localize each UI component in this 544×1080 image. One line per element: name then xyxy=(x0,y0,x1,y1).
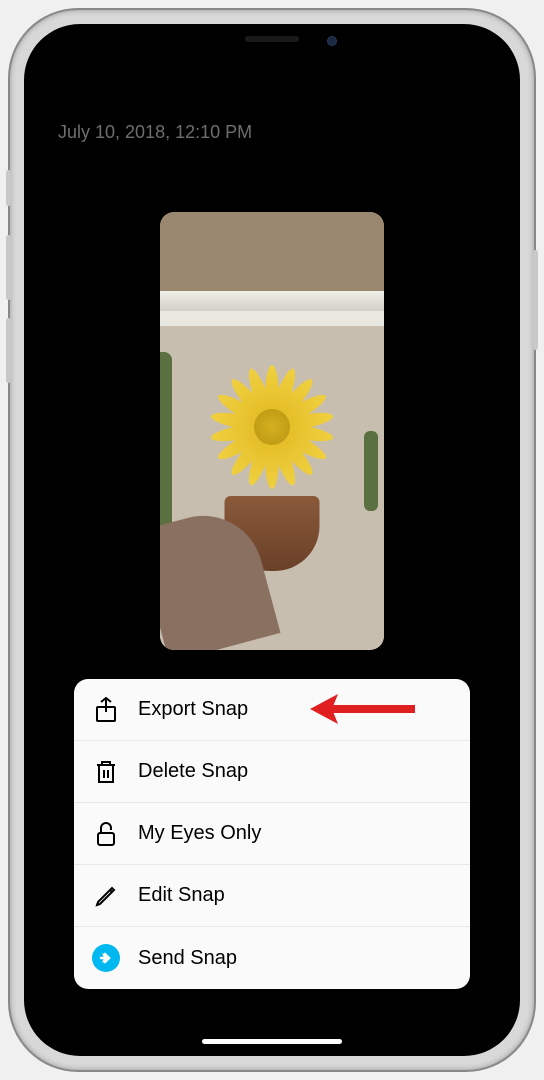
share-icon xyxy=(92,696,120,724)
menu-item-label: Send Snap xyxy=(138,947,237,970)
speaker xyxy=(245,36,299,42)
export-snap-item[interactable]: Export Snap xyxy=(74,679,470,741)
snap-photo[interactable] xyxy=(160,212,384,650)
menu-item-label: Delete Snap xyxy=(138,760,248,783)
notch xyxy=(167,24,377,54)
action-menu: Export Snap Delete Snap xyxy=(74,679,470,989)
mute-switch xyxy=(6,170,11,206)
send-snap-item[interactable]: Send Snap xyxy=(74,927,470,989)
menu-item-label: My Eyes Only xyxy=(138,822,261,845)
my-eyes-only-item[interactable]: My Eyes Only xyxy=(74,803,470,865)
volume-up-button xyxy=(6,235,11,300)
lock-icon xyxy=(92,820,120,848)
power-button xyxy=(533,250,538,350)
delete-snap-item[interactable]: Delete Snap xyxy=(74,741,470,803)
photo-content xyxy=(160,212,384,650)
screen: July 10, 2018, 12:10 PM xyxy=(24,24,520,1056)
volume-down-button xyxy=(6,318,11,383)
menu-item-label: Edit Snap xyxy=(138,884,225,907)
trash-icon xyxy=(92,758,120,786)
send-icon xyxy=(92,944,120,972)
phone-frame: July 10, 2018, 12:10 PM xyxy=(10,10,534,1070)
home-indicator[interactable] xyxy=(202,1039,342,1044)
pencil-icon xyxy=(92,882,120,910)
menu-item-label: Export Snap xyxy=(138,698,248,721)
timestamp-label: July 10, 2018, 12:10 PM xyxy=(58,122,252,143)
edit-snap-item[interactable]: Edit Snap xyxy=(74,865,470,927)
front-camera xyxy=(327,36,337,46)
